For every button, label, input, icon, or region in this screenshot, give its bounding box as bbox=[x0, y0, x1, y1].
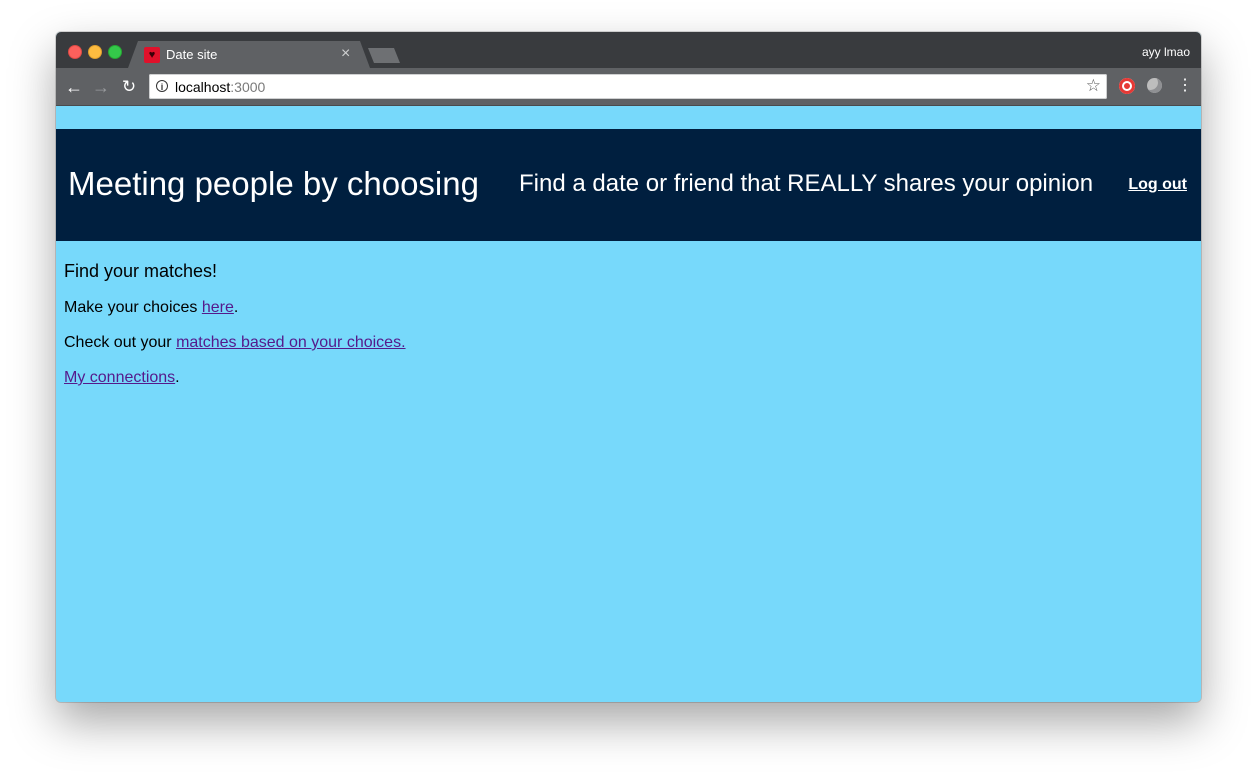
choices-link[interactable]: here bbox=[202, 299, 234, 316]
choices-suffix: . bbox=[233, 299, 239, 316]
matches-link[interactable]: matches based on your choices. bbox=[176, 334, 405, 351]
page-body: Meeting people by choosing Find a date o… bbox=[56, 106, 1201, 702]
site-header: Meeting people by choosing Find a date o… bbox=[56, 129, 1201, 241]
window-minimize-button[interactable] bbox=[88, 45, 102, 59]
address-bar[interactable]: i localhost:3000 ☆ bbox=[149, 74, 1107, 99]
choices-prefix: Make your choices bbox=[64, 299, 202, 316]
choices-line: Make your choices here. bbox=[64, 298, 406, 318]
new-tab-button[interactable] bbox=[368, 48, 400, 63]
connections-link[interactable]: My connections bbox=[64, 369, 175, 386]
matches-line: Check out your matches based on your cho… bbox=[64, 333, 406, 353]
logout-link[interactable]: Log out bbox=[1128, 176, 1187, 194]
window-close-button[interactable] bbox=[68, 45, 82, 59]
window-maximize-button[interactable] bbox=[108, 45, 122, 59]
extension-shield-icon[interactable] bbox=[1119, 78, 1135, 94]
profile-name[interactable]: ayy lmao bbox=[1142, 45, 1190, 59]
url-port: :3000 bbox=[230, 79, 266, 95]
tab-close-icon[interactable]: × bbox=[341, 45, 350, 63]
extension-moon-icon[interactable] bbox=[1147, 78, 1162, 93]
url-host: localhost bbox=[175, 79, 231, 95]
main-content: Find your matches! Make your choices her… bbox=[64, 260, 406, 403]
connections-line: My connections. bbox=[64, 368, 406, 388]
bookmark-star-icon[interactable]: ☆ bbox=[1086, 76, 1101, 96]
page-heading: Find your matches! bbox=[64, 261, 218, 281]
matches-prefix: Check out your bbox=[64, 334, 177, 351]
site-tagline: Find a date or friend that REALLY shares… bbox=[519, 170, 1094, 197]
browser-toolbar: ← → ↻ i localhost:3000 ☆ ⋮ bbox=[56, 68, 1201, 106]
browser-window: ♥ Date site × ayy lmao ← → ↻ i localhost… bbox=[56, 32, 1201, 702]
back-arrow-icon[interactable]: ← bbox=[64, 77, 84, 97]
tab-title: Date site bbox=[166, 47, 218, 62]
site-title: Meeting people by choosing bbox=[68, 165, 479, 202]
reload-icon[interactable]: ↻ bbox=[119, 77, 139, 97]
connections-suffix: . bbox=[175, 369, 180, 386]
browser-menu-icon[interactable]: ⋮ bbox=[1177, 76, 1193, 96]
tab-strip: ♥ Date site × ayy lmao bbox=[56, 32, 1201, 68]
tab-date-site[interactable] bbox=[128, 41, 370, 68]
forward-arrow-icon[interactable]: → bbox=[91, 77, 111, 97]
info-icon[interactable]: i bbox=[156, 80, 168, 92]
url-text[interactable]: localhost:3000 bbox=[175, 79, 265, 95]
favicon-icon: ♥ bbox=[144, 47, 160, 63]
